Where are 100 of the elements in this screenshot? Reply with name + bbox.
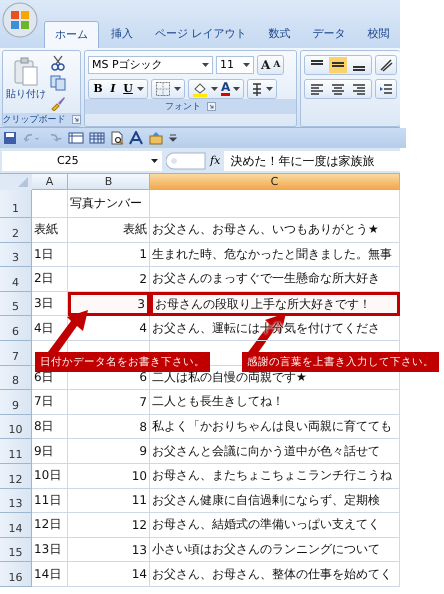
row-header[interactable]: 11 (0, 439, 32, 464)
callout-label: 感謝の言葉を上書き入力して下さい。 (242, 352, 439, 372)
row-header[interactable]: 14 (0, 513, 32, 538)
name-box[interactable]: C25 (2, 150, 162, 170)
print-preview-icon[interactable] (110, 131, 124, 145)
copy-icon[interactable] (50, 75, 66, 91)
table-icon[interactable] (68, 131, 84, 145)
row-header[interactable]: 10 (0, 414, 32, 440)
table-cell: お母さん、結婚式の準備いっぱい支えてく (150, 513, 400, 538)
caret-icon[interactable] (174, 86, 181, 90)
table-cell: 11日 (32, 488, 68, 514)
brush-icon[interactable] (50, 95, 66, 111)
ribbon-tab[interactable]: ページ レイアウト (145, 21, 256, 48)
table-cell: 1 (68, 242, 150, 268)
table-cell: 13 (68, 538, 150, 562)
font-name-dropdown[interactable]: MS Pゴシック (88, 56, 213, 74)
table-cell: 12日 (32, 513, 68, 538)
table-cell: お父さん、お母さん、整体の仕事を始めてく (150, 562, 400, 587)
caret-icon[interactable] (202, 62, 209, 66)
row-header[interactable]: 16 (0, 562, 32, 587)
table-cell: 10 (68, 464, 150, 489)
fill-color-icon[interactable] (192, 80, 208, 96)
font-icon[interactable] (129, 131, 143, 145)
table-cell: お父さん健康に自信過剰にならず、定期検 (150, 488, 400, 514)
ribbon-tab[interactable]: 数式 (258, 21, 300, 48)
caret-icon[interactable] (233, 86, 240, 90)
caret-icon[interactable] (137, 86, 144, 90)
grow-font-button[interactable]: A (261, 58, 270, 72)
table-cell: 表紙 (68, 218, 150, 243)
scissors-icon[interactable] (50, 55, 66, 71)
font-color-button[interactable]: A (221, 81, 230, 96)
customize-caret-icon[interactable] (169, 134, 177, 142)
row-header[interactable]: 5 (0, 292, 32, 316)
table-cell: 7 (68, 390, 150, 415)
table-cell: お母さん、またちょこちょこランチ行こうね (150, 464, 400, 489)
ribbon-tab[interactable]: 挿入 (101, 21, 143, 48)
table-cell: お父さん、お母さん、いつもありがとう★ (150, 218, 400, 243)
row-header[interactable]: 1 (0, 190, 32, 218)
table-cell: 14 (68, 562, 150, 587)
column-header[interactable]: C (150, 174, 400, 190)
table-cell: 8日 (32, 414, 68, 440)
orientation-icon[interactable] (379, 56, 393, 72)
clipboard-icon[interactable] (13, 57, 39, 87)
table-cell: 12 (68, 513, 150, 538)
splitter-handle-icon[interactable] (166, 152, 206, 170)
align-middle-icon[interactable] (329, 56, 347, 72)
table-cell: 二人とも長生きしてね！ (150, 390, 400, 415)
table-cell: お父さんと会議に向かう道中が色々話せて (150, 439, 400, 464)
caret-icon[interactable] (151, 158, 158, 162)
dialog-launcher-icon[interactable] (72, 115, 80, 124)
table-cell: 生まれた時、危なかったと聞きました。無事 (150, 242, 400, 268)
bold-button[interactable]: B (92, 82, 104, 95)
caret-icon[interactable] (243, 62, 250, 66)
table-cell: 2日 (32, 267, 68, 292)
row-header[interactable]: 15 (0, 538, 32, 562)
caret-icon[interactable] (266, 86, 274, 90)
callout-label: 日付かデータ名をお書き下さい。 (35, 352, 210, 372)
row-header[interactable]: 2 (0, 218, 32, 243)
row-header[interactable]: 13 (0, 488, 32, 514)
table-cell: 1日 (32, 242, 68, 268)
save-icon[interactable] (3, 131, 17, 145)
table-cell: 9 (68, 439, 150, 464)
dialog-launcher-icon[interactable] (207, 102, 216, 111)
formula-field[interactable]: 決めた！年に一度は家族旅 (224, 150, 400, 170)
row-header[interactable]: 6 (0, 316, 32, 341)
ribbon-tab[interactable]: 校閲 (358, 21, 400, 48)
caret-icon[interactable] (211, 86, 218, 90)
table-cell: 表紙 (32, 218, 68, 243)
table-cell: 11 (68, 488, 150, 514)
underline-button[interactable]: U (122, 82, 134, 95)
row-header[interactable]: 12 (0, 464, 32, 489)
column-header[interactable]: B (68, 174, 150, 190)
grid-icon[interactable] (89, 131, 105, 145)
table-cell: 8 (68, 414, 150, 440)
borders-icon[interactable] (155, 80, 171, 96)
row-header[interactable]: 8 (0, 366, 32, 390)
row-header[interactable]: 4 (0, 267, 32, 292)
row-header[interactable]: 7 (0, 340, 32, 366)
column-header[interactable]: A (32, 174, 68, 190)
shrink-font-button[interactable]: A (273, 60, 280, 70)
row-header[interactable]: 9 (0, 390, 32, 415)
group-label: フォント (165, 101, 201, 113)
insert-function-button[interactable]: fx (210, 154, 220, 167)
table-cell: 小さい頃はお父さんのランニングについて (150, 538, 400, 562)
office-logo-button[interactable] (2, 2, 38, 38)
table-cell: 写真ナンバー (68, 190, 150, 218)
table-cell: 3 (68, 292, 150, 316)
table-cell: 10日 (32, 464, 68, 489)
ribbon-tab[interactable]: ホーム (44, 21, 99, 48)
paste-button[interactable]: 貼り付け (6, 53, 46, 111)
table-cell: 私よく「かおりちゃんは良い両親に育てても (150, 414, 400, 440)
table-cell: 7日 (32, 390, 68, 415)
font-size-dropdown[interactable]: 11 (216, 56, 254, 74)
table-cell: 14日 (32, 562, 68, 587)
ribbon-tab[interactable]: データ (302, 21, 356, 48)
table-cell: お母さんの段取り上手な所大好きです！ (150, 292, 400, 316)
table-cell: 13日 (32, 538, 68, 562)
row-header[interactable]: 3 (0, 242, 32, 268)
italic-button[interactable]: I (107, 82, 119, 95)
table-cell: 9日 (32, 439, 68, 464)
